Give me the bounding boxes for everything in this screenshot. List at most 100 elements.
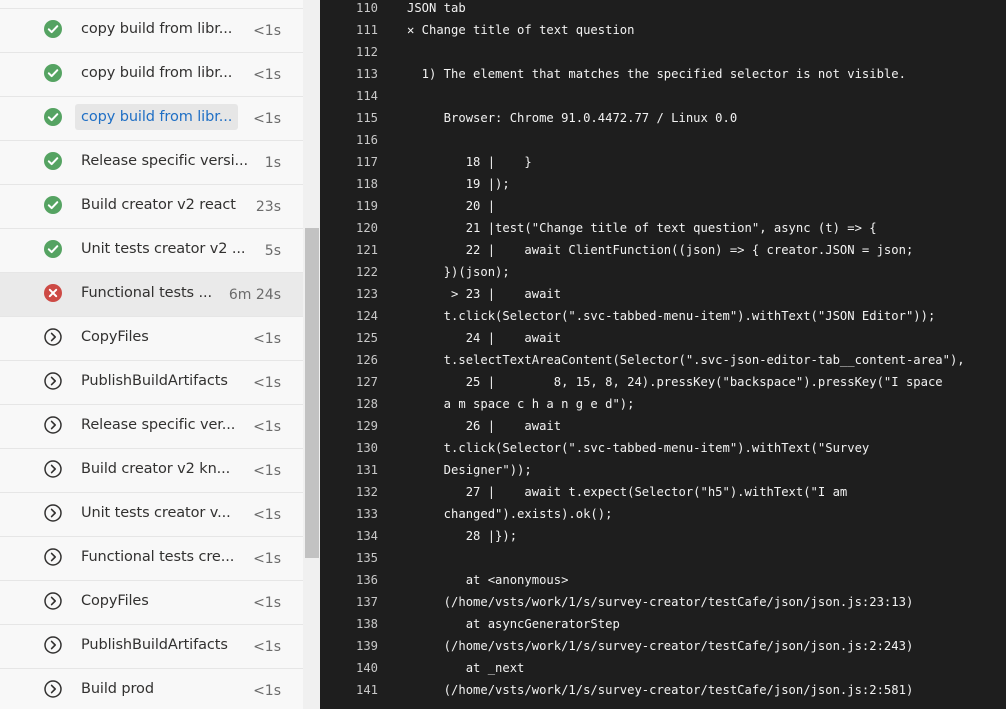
error-circle-icon — [44, 284, 62, 302]
step-row[interactable]: Functional tests ... 6m 24s — [0, 273, 303, 317]
line-number: 122 — [355, 265, 378, 279]
log-line: 141 (/home/vsts/work/1/s/survey-creator/… — [320, 679, 1006, 701]
log-line: 111 ✕ Change title of text question — [320, 19, 1006, 41]
step-row[interactable]: copy build from libr... <1s — [0, 9, 303, 53]
step-duration: <1s — [253, 639, 281, 655]
log-output-panel: 110 JSON tab 111 ✕ Change title of text que… — [320, 0, 1006, 709]
chevron-circle-icon — [44, 548, 62, 566]
step-row[interactable]: Build creator v2 kn... <1s — [0, 449, 303, 493]
step-row[interactable]: PublishBuildArtifacts <1s — [0, 361, 303, 405]
step-row[interactable]: CopyFiles <1s — [0, 581, 303, 625]
log-text: (/home/vsts/work/1/s/survey-creator/test… — [407, 595, 914, 609]
check-circle-icon — [44, 64, 62, 82]
step-row[interactable]: Unit tests creator v... <1s — [0, 493, 303, 537]
line-number: 123 — [355, 287, 378, 301]
step-name[interactable]: copy build from libr... — [75, 104, 239, 130]
log-line: 117 18 | } — [320, 151, 1006, 173]
step-name: Release specific ver... — [81, 417, 236, 433]
line-number: 116 — [355, 133, 378, 147]
log-text: JSON tab — [407, 1, 466, 15]
log-text: t.selectTextAreaContent(Selector(".svc-j… — [407, 353, 965, 367]
log-text: t.click(Selector(".svc-tabbed-menu-item"… — [407, 441, 870, 455]
line-number: 117 — [355, 155, 378, 169]
log-line: 116 — [320, 129, 1006, 151]
chevron-circle-icon — [44, 504, 62, 522]
log-text: Designer")); — [407, 463, 532, 477]
line-number: 140 — [355, 661, 378, 675]
log-text: 1) The element that matches the specifie… — [407, 67, 906, 81]
log-text: (/home/vsts/work/1/s/survey-creator/test… — [407, 683, 914, 697]
step-duration: <1s — [253, 23, 281, 39]
step-duration: <1s — [253, 419, 281, 435]
check-circle-icon — [44, 108, 62, 126]
step-row[interactable]: Functional tests cre... <1s — [0, 537, 303, 581]
line-number: 120 — [355, 221, 378, 235]
log-line: 139 (/home/vsts/work/1/s/survey-creator/… — [320, 635, 1006, 657]
step-row[interactable]: copy build from libr... <1s — [0, 53, 303, 97]
step-duration: 23s — [255, 199, 281, 215]
log-line: 132 27 | await t.expect(Selector("h5").w… — [320, 481, 1006, 503]
chevron-circle-icon — [44, 372, 62, 390]
step-row[interactable]: copy build from libr... <1s — [0, 97, 303, 141]
step-row[interactable]: Build prod <1s — [0, 669, 303, 709]
step-row[interactable]: Unit tests creator v2 ... 5s — [0, 229, 303, 273]
line-number: 136 — [355, 573, 378, 587]
line-number: 121 — [355, 243, 378, 257]
step-duration: <1s — [253, 111, 281, 127]
log-line: 131 Designer")); — [320, 459, 1006, 481]
line-number: 138 — [355, 617, 378, 631]
log-text: 25 | 8, 15, 8, 24).pressKey("backspace")… — [407, 375, 943, 389]
chevron-circle-icon — [44, 416, 62, 434]
check-circle-icon — [44, 20, 62, 38]
log-line: 120 21 |test("Change title of text quest… — [320, 217, 1006, 239]
log-text: 20 | — [407, 199, 496, 213]
log-line: 134 28 |}); — [320, 525, 1006, 547]
step-name: CopyFiles — [81, 329, 149, 345]
log-line: 138 at asyncGeneratorStep — [320, 613, 1006, 635]
step-name: PublishBuildArtifacts — [81, 373, 228, 389]
step-row[interactable]: PublishBuildArtifacts <1s — [0, 625, 303, 669]
log-line: 115 Browser: Chrome 91.0.4472.77 / Linux… — [320, 107, 1006, 129]
step-row[interactable]: Release specific ver... <1s — [0, 405, 303, 449]
check-circle-icon — [44, 152, 62, 170]
step-name: Functional tests ... — [81, 285, 213, 301]
log-text: at <anonymous> — [407, 573, 569, 587]
check-circle-icon — [44, 240, 62, 258]
line-number: 114 — [355, 89, 378, 103]
step-duration: <1s — [253, 331, 281, 347]
line-number: 126 — [355, 353, 378, 367]
line-number: 110 — [355, 1, 378, 15]
log-line: 122 })(json); — [320, 261, 1006, 283]
chevron-circle-icon — [44, 328, 62, 346]
line-number: 134 — [355, 529, 378, 543]
step-name: Unit tests creator v... — [81, 505, 231, 521]
chevron-circle-icon — [44, 592, 62, 610]
chevron-circle-icon — [44, 636, 62, 654]
line-number: 124 — [355, 309, 378, 323]
log-text: > 23 | await — [407, 287, 562, 301]
step-row[interactable]: Build creator v2 react 23s — [0, 185, 303, 229]
log-text: 21 |test("Change title of text question"… — [407, 221, 877, 235]
log-text: at _next — [407, 661, 525, 675]
log-text: changed").exists).ok(); — [407, 507, 613, 521]
log-line: 119 20 | — [320, 195, 1006, 217]
log-text: 26 | await — [407, 419, 562, 433]
step-name: PublishBuildArtifacts — [81, 637, 228, 653]
step-row[interactable]: Release specific versi... 1s — [0, 141, 303, 185]
pipeline-steps-list: copy build from libr... <1s copy build fro… — [0, 0, 303, 709]
step-duration: <1s — [253, 683, 281, 699]
log-line: 114 — [320, 85, 1006, 107]
log-line: 128 a m space c h a n g e d"); — [320, 393, 1006, 415]
log-text: ✕ Change title of text question — [407, 23, 635, 37]
step-row[interactable]: CopyFiles <1s — [0, 317, 303, 361]
list-top-edge — [0, 0, 303, 9]
log-text: 28 |}); — [407, 529, 518, 543]
step-name: copy build from libr... — [81, 65, 233, 81]
log-text: 24 | await — [407, 331, 562, 345]
log-text: 22 | await ClientFunction((json) => { cr… — [407, 243, 914, 257]
steps-scrollbar-thumb[interactable] — [305, 228, 319, 558]
step-name: Build creator v2 kn... — [81, 461, 231, 477]
log-line: 112 — [320, 41, 1006, 63]
step-rows: copy build from libr... <1s copy build fro… — [0, 9, 303, 709]
line-number: 130 — [355, 441, 378, 455]
